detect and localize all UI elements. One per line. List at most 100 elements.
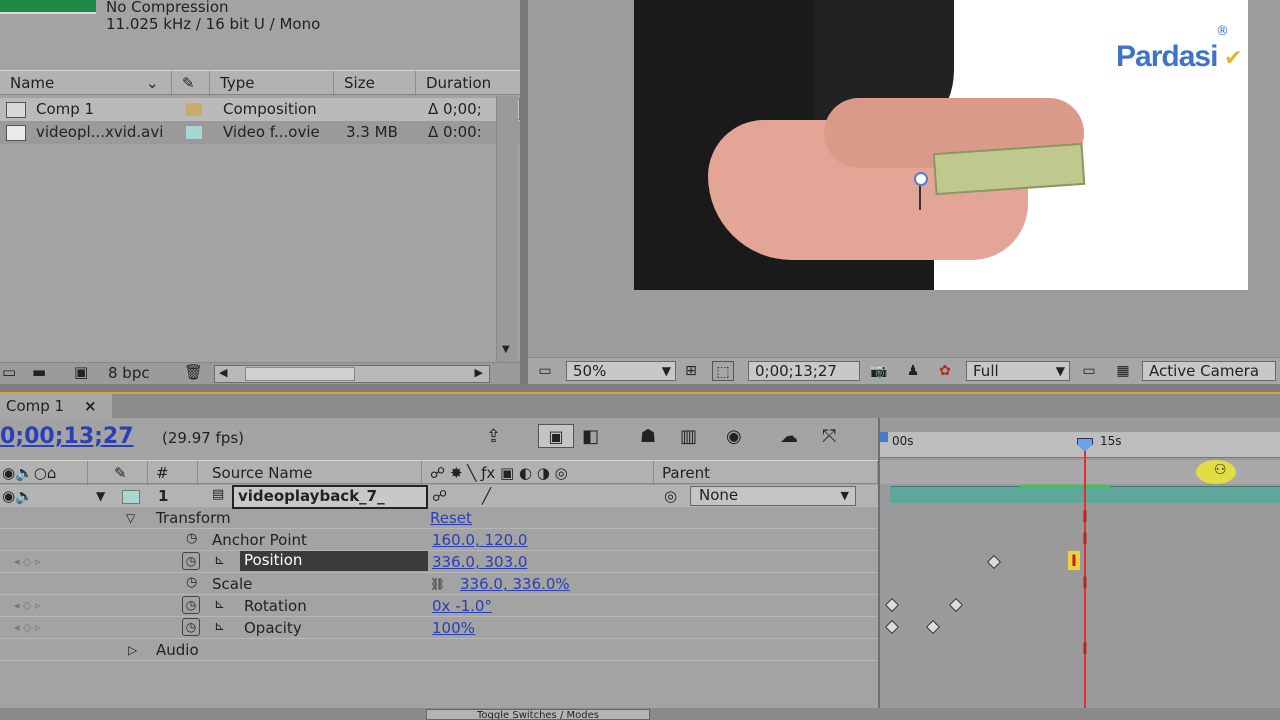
layer-name[interactable]: videoplayback_7_	[232, 485, 428, 509]
scroll-right-icon[interactable]: ▶	[475, 366, 483, 379]
stopwatch-icon[interactable]: ◷	[182, 618, 200, 636]
pardasi-logo: Pardasi	[1116, 40, 1218, 73]
scroll-thumb[interactable]	[245, 367, 355, 381]
parent-dropdown[interactable]: None ▼	[690, 486, 856, 506]
scroll-down-icon[interactable]: ▼	[502, 344, 510, 355]
mask-visibility-icon[interactable]: ⬚	[712, 361, 734, 381]
stopwatch-icon[interactable]: ◷	[186, 575, 197, 590]
property-row-anchor-point[interactable]: ◷ Anchor Point 160.0, 120.0	[0, 529, 878, 551]
stopwatch-icon[interactable]: ◷	[182, 596, 200, 614]
property-row-scale[interactable]: ◷ Scale ⛓ 336.0, 336.0%	[0, 573, 878, 595]
current-time-display[interactable]: 0;00;13;27	[0, 424, 134, 449]
pickwhip-icon[interactable]: ◎	[664, 487, 677, 505]
av-features-icons[interactable]: ◉🔈○⌂	[0, 461, 88, 485]
hide-shy-layers-icon[interactable]: ☗	[640, 426, 656, 447]
close-icon[interactable]: ×	[84, 394, 97, 418]
column-name[interactable]: Name ⌄	[0, 71, 172, 96]
chevron-down-icon[interactable]: ▼	[841, 487, 849, 504]
scroll-left-icon[interactable]: ◀	[219, 366, 227, 379]
label-column-icon[interactable]: ✎	[172, 71, 210, 96]
toggle-switches-modes-button[interactable]: Toggle Switches / Modes	[426, 709, 650, 720]
work-area-bar[interactable]: ⚇	[880, 460, 1280, 484]
bpc-button[interactable]: 8 bpc	[108, 364, 150, 382]
graph-icon[interactable]: ⊾	[214, 619, 225, 634]
motion-blur-icon[interactable]: ◉	[726, 426, 742, 447]
brainstorm-icon[interactable]: ☁	[780, 426, 798, 447]
chevron-right-icon[interactable]: ▷	[128, 643, 137, 657]
keyframe-navigator-icon[interactable]: ◂ ◇ ▹	[14, 599, 41, 612]
always-preview-icon[interactable]: ▭	[534, 361, 556, 381]
resolution-dropdown[interactable]: Full ▼	[966, 361, 1070, 381]
property-value[interactable]: 100%	[432, 619, 475, 637]
transform-group-row[interactable]: ▽ Transform Reset	[0, 507, 878, 529]
draft-3d-icon[interactable]: ◧	[582, 426, 599, 447]
snapshot-icon[interactable]: 📷	[868, 361, 890, 381]
channel-rgb-icon[interactable]: ✿	[934, 361, 956, 381]
show-snapshot-icon[interactable]: ♟	[902, 361, 924, 381]
chevron-down-icon[interactable]: ⌄	[146, 71, 159, 96]
project-vertical-scrollbar[interactable]: ▼	[496, 96, 518, 362]
keyframe-navigator-icon[interactable]: ◂ ◇ ▹	[14, 621, 41, 634]
graph-icon[interactable]: ⊾	[214, 553, 225, 568]
transparency-grid-icon[interactable]: ▦	[1112, 361, 1134, 381]
column-source-name[interactable]: Source Name	[198, 461, 422, 485]
audio-visible-icon[interactable]: ◉🔈	[2, 487, 34, 505]
label-swatch[interactable]	[186, 126, 202, 139]
magnification-dropdown[interactable]: 50% ▼	[566, 361, 676, 381]
label-swatch[interactable]	[122, 490, 140, 504]
property-row-rotation[interactable]: ◂ ◇ ▹ ◷ ⊾ Rotation 0x -1.0°	[0, 595, 878, 617]
keyframe-position-current[interactable]: I	[1068, 551, 1080, 570]
column-parent[interactable]: Parent	[654, 461, 878, 485]
shy-switch-icon[interactable]: ☍	[432, 487, 447, 505]
interpret-footage-icon[interactable]: ▭	[2, 363, 16, 381]
frame-blending-icon[interactable]: ▥	[680, 426, 697, 447]
graph-icon[interactable]: ⊾	[214, 597, 225, 612]
quality-switch-icon[interactable]: ╱	[482, 487, 491, 505]
new-composition-icon[interactable]: ▣	[74, 363, 88, 381]
column-size[interactable]: Size	[334, 71, 416, 96]
column-layer-number[interactable]: #	[148, 461, 198, 485]
camera-view-dropdown[interactable]: Active Camera	[1142, 361, 1276, 381]
chevron-down-icon[interactable]: ▽	[126, 511, 135, 525]
property-row-position[interactable]: ◂ ◇ ▹ ◷ ⊾ Position 336.0, 303.0	[0, 551, 878, 573]
anchor-point-icon[interactable]	[914, 172, 928, 212]
column-duration[interactable]: Duration	[416, 71, 520, 96]
project-item[interactable]: Comp 1 Composition Δ 0;00; ⎇	[0, 98, 520, 121]
property-value[interactable]: 0x -1.0°	[432, 597, 492, 615]
label-swatch[interactable]	[186, 103, 202, 116]
live-update-icon[interactable]: ▣	[538, 424, 574, 448]
stopwatch-icon[interactable]: ◷	[182, 552, 200, 570]
chevron-down-icon[interactable]: ▼	[662, 362, 671, 381]
work-area-start-icon[interactable]	[880, 432, 888, 442]
trash-icon[interactable]: 🗑	[184, 363, 203, 381]
registered-icon: ®	[1216, 24, 1229, 39]
project-item[interactable]: videopl...xvid.avi Video f...ovie 3.3 MB…	[0, 121, 520, 144]
constrain-proportions-icon[interactable]: ⛓	[430, 577, 445, 591]
work-area-end-icon[interactable]: ⚇	[1214, 462, 1227, 478]
label-column-icon[interactable]: ✎	[88, 461, 148, 485]
layer-row[interactable]: ◉🔈 ▼ 1 ▤ videoplayback_7_ ☍ ╱ ◎ None ▼	[0, 485, 878, 509]
property-value[interactable]: 336.0, 336.0%	[460, 575, 570, 593]
property-row-opacity[interactable]: ◂ ◇ ▹ ◷ ⊾ Opacity 100%	[0, 617, 878, 639]
composition-frame[interactable]: Pardasi ® ✔	[634, 0, 1248, 290]
grid-icon[interactable]: ⊞	[680, 361, 702, 381]
item-size: 3.3 MB	[346, 123, 398, 141]
chevron-down-icon[interactable]: ▼	[1056, 362, 1065, 381]
switches-icons[interactable]: ☍ ✸ ╲ ƒx ▣ ◐ ◑ ◎	[422, 461, 654, 485]
region-of-interest-icon[interactable]: ▭	[1078, 361, 1100, 381]
new-folder-icon[interactable]: ▬	[32, 363, 46, 381]
item-type: Video f...ovie	[223, 123, 320, 141]
project-horizontal-scrollbar[interactable]: ◀ ▶	[214, 365, 490, 383]
composition-mini-flowchart-icon[interactable]: ⇪	[486, 426, 501, 447]
column-type[interactable]: Type	[210, 71, 334, 96]
tab-comp-1[interactable]: Comp 1 ×	[0, 394, 112, 418]
stopwatch-icon[interactable]: ◷	[186, 531, 197, 546]
current-time-field[interactable]: 0;00;13;27	[748, 361, 860, 381]
reset-link[interactable]: Reset	[430, 509, 472, 527]
graph-editor-icon[interactable]: ⤧	[822, 426, 836, 447]
chevron-down-icon[interactable]: ▼	[96, 489, 105, 503]
property-value[interactable]: 336.0, 303.0	[432, 553, 527, 571]
keyframe-navigator-icon[interactable]: ◂ ◇ ▹	[14, 555, 41, 568]
property-value[interactable]: 160.0, 120.0	[432, 531, 527, 549]
audio-group-row[interactable]: ▷ Audio	[0, 639, 878, 661]
